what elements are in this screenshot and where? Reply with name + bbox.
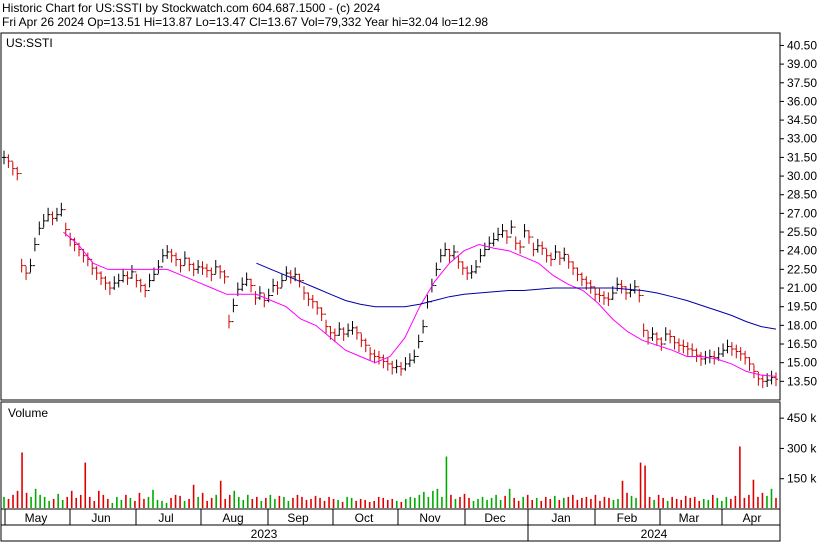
price-tick-label: 19.50 [787,300,817,314]
price-tick-label: 13.50 [787,374,817,388]
price-tick-label: 34.50 [787,113,817,127]
price-tick-label: 37.50 [787,76,817,90]
volume-panel-label: Volume [8,406,48,420]
month-label: Jan [551,511,570,525]
price-tick-label: 36.00 [787,94,817,108]
month-label: Feb [617,511,638,525]
price-panel-frame [0,32,781,401]
year-label-2024: 2024 [641,527,668,541]
price-tick-label: 21.00 [787,281,817,295]
month-label: Dec [484,511,505,525]
price-tick-label: 30.00 [787,169,817,183]
month-label: Jun [91,511,110,525]
price-tick-label: 25.50 [787,225,817,239]
price-tick-label: 24.00 [787,244,817,258]
month-label: Jul [158,511,173,525]
chart-canvas: 40.50 39.00 37.50 36.00 34.50 33.00 31.50 30.00… [0,32,817,542]
volume-tick-label: 150 k [787,472,817,486]
moving-average-long [256,262,777,330]
month-label: May [25,511,48,525]
volume-panel-frame [0,401,781,510]
price-tick-label: 39.00 [787,57,817,71]
price-tick-label: 33.00 [787,132,817,146]
price-tick-label: 15.00 [787,356,817,370]
month-label: Oct [355,511,374,525]
month-label: Nov [419,511,440,525]
price-tick-label: 18.00 [787,318,817,332]
price-tick-label: 16.50 [787,337,817,351]
price-tick-label: 28.50 [787,188,817,202]
year-label-2023: 2023 [251,527,278,541]
ticker-label: US:SSTI [6,36,53,50]
stock-chart: Historic Chart for US:SSTI by Stockwatch… [0,0,830,543]
price-tick-label: 31.50 [787,150,817,164]
month-label: Apr [743,511,762,525]
price-tick-label: 27.00 [787,206,817,220]
month-label: Sep [287,511,309,525]
price-tick-label: 40.50 [787,38,817,52]
month-label: Aug [222,511,243,525]
volume-tick-label: 450 k [787,411,817,425]
volume-tick-label: 300 k [787,441,817,455]
price-tick-label: 22.50 [787,262,817,276]
month-label: Mar [679,511,700,525]
